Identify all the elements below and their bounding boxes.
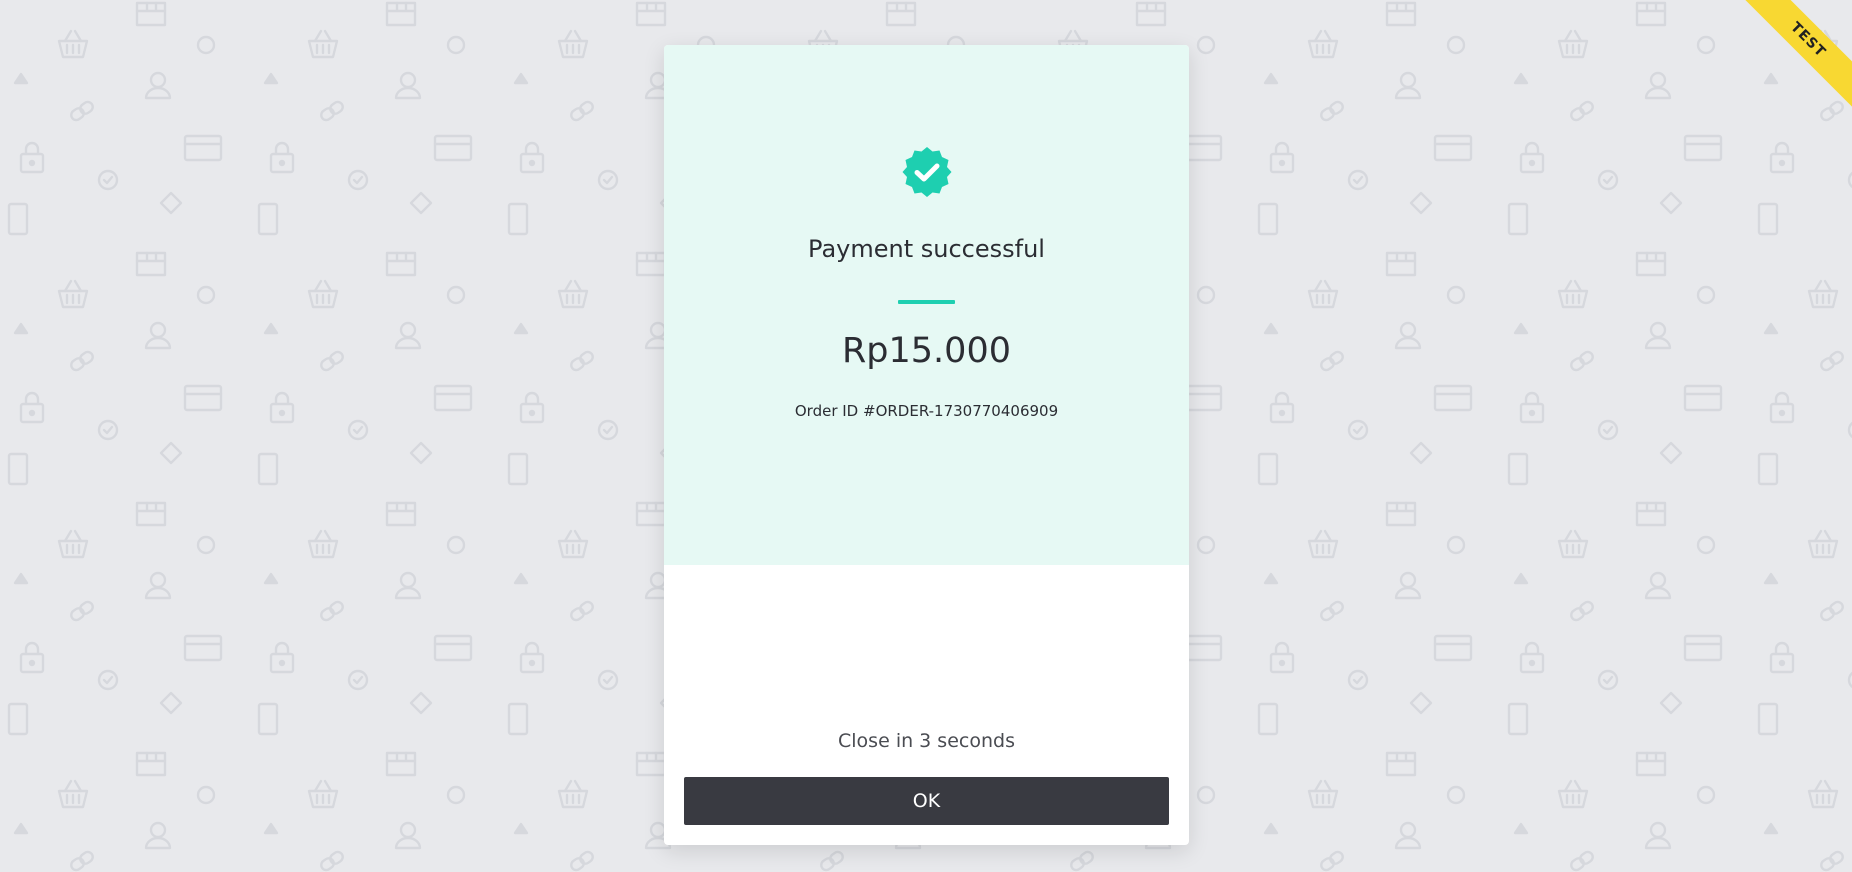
accent-divider (898, 300, 955, 304)
payment-result-modal: Payment successful Rp15.000 Order ID #OR… (664, 45, 1189, 845)
check-badge-icon (902, 147, 952, 197)
success-panel: Payment successful Rp15.000 Order ID #OR… (664, 45, 1189, 565)
payment-status-title: Payment successful (808, 235, 1045, 263)
close-countdown: Close in 3 seconds (838, 730, 1015, 752)
test-ribbon: TEST (1712, 0, 1852, 140)
ok-button[interactable]: OK (684, 777, 1169, 825)
test-ribbon-label: TEST (1733, 0, 1852, 115)
order-id: Order ID #ORDER-1730770406909 (794, 402, 1059, 420)
payment-amount: Rp15.000 (841, 331, 1011, 371)
